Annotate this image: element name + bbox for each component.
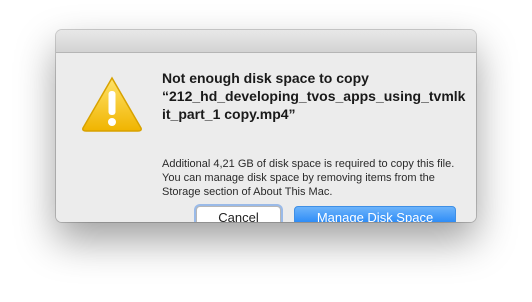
dialog-titlebar[interactable] (56, 30, 476, 53)
alert-dialog: Not enough disk space to copy “212_hd_de… (56, 30, 476, 222)
dialog-body: Not enough disk space to copy “212_hd_de… (56, 53, 476, 222)
dialog-title: Not enough disk space to copy “212_hd_de… (162, 70, 466, 122)
dialog-message: Additional 4,21 GB of disk space is requ… (162, 158, 455, 198)
cancel-button[interactable]: Cancel (196, 206, 281, 222)
manage-disk-space-button[interactable]: Manage Disk Space (294, 206, 456, 222)
warning-triangle-icon (80, 75, 144, 133)
